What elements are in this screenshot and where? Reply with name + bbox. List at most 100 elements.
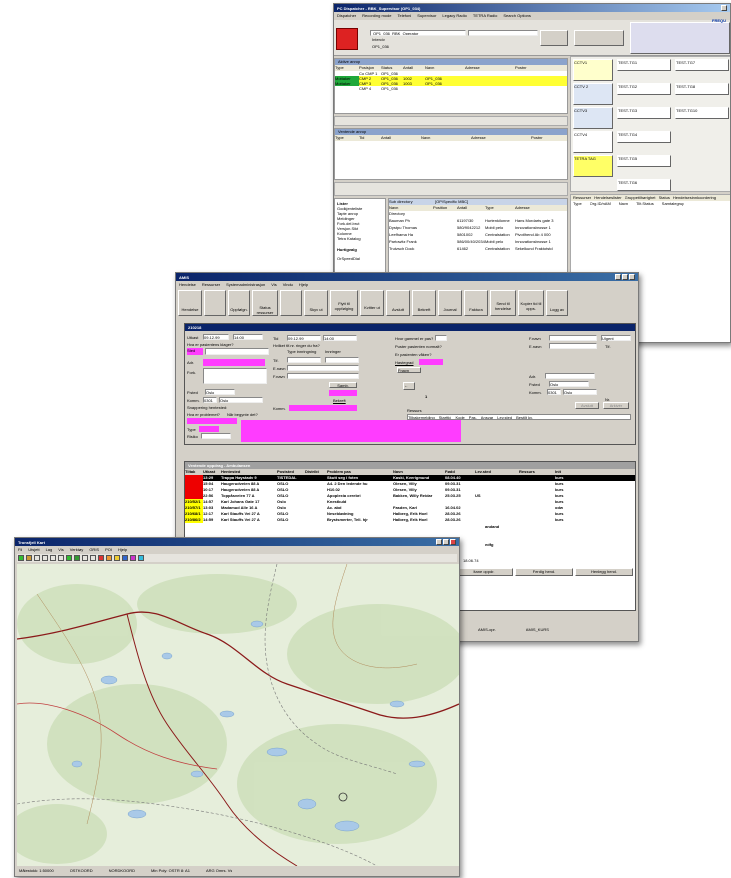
menu-recording[interactable]: Recording mode <box>362 13 391 18</box>
komm-no-input-2[interactable]: 0301 <box>547 389 561 395</box>
tlf-input-2[interactable] <box>325 357 359 363</box>
zoom-out-icon[interactable] <box>26 555 32 561</box>
menu-hjelp[interactable]: Hjelp <box>118 547 127 552</box>
menu-vindu[interactable]: Vindu <box>283 282 293 287</box>
help-icon[interactable] <box>138 555 144 561</box>
tile-test-tg8[interactable]: TEST-TG8 <box>675 83 729 95</box>
tile-test-tg5[interactable]: TEST-TG5 <box>617 155 671 167</box>
toolbar-icons-c[interactable] <box>630 22 730 54</box>
ressurs-input[interactable] <box>411 421 433 427</box>
arrow-left-button[interactable]: ← <box>403 382 415 390</box>
minimize-button[interactable] <box>615 274 621 280</box>
maximize-button[interactable] <box>622 274 628 280</box>
menu-dispatcher[interactable]: Dispatcher <box>337 13 356 18</box>
toolbar-skyv-button[interactable]: Skyv ut <box>304 290 328 316</box>
tile-cctv2[interactable]: CCTV 2 <box>573 83 613 105</box>
toolbar-icons-a[interactable] <box>540 30 568 46</box>
menu-hendelse[interactable]: Hendelse <box>179 282 196 287</box>
psted-input-2[interactable]: Oslo <box>549 381 589 387</box>
toolbar-status-button[interactable]: Status ressurser <box>252 290 278 316</box>
menu-hjelp[interactable]: Hjelp <box>299 282 308 287</box>
yellow-tool-icon[interactable] <box>114 555 120 561</box>
fork-input[interactable] <box>203 368 267 384</box>
toolbar-bekreft-button[interactable]: Bekreft <box>412 290 436 316</box>
toolbar-icons-b[interactable] <box>574 30 624 46</box>
adr-input-2[interactable] <box>545 373 595 379</box>
time-input[interactable]: 14:00 <box>233 334 263 340</box>
minimize-button[interactable] <box>721 5 727 11</box>
menu-vis[interactable]: Vis <box>58 547 63 552</box>
tid-date[interactable]: 09.12.99 <box>287 335 321 341</box>
print-icon[interactable] <box>90 555 96 561</box>
tile-test-tg2[interactable]: TEST-TG2 <box>617 83 671 95</box>
zoom-in-icon[interactable] <box>18 555 24 561</box>
route-icon[interactable] <box>58 555 64 561</box>
toolbar-button[interactable] <box>204 290 226 316</box>
close-button[interactable] <box>629 274 635 280</box>
menu-poi[interactable]: POI <box>105 547 112 552</box>
toolbar-avslutt-button[interactable]: Avslutt <box>386 290 410 316</box>
orange-tool-icon[interactable] <box>106 555 112 561</box>
tile-cctv1[interactable]: CCTV1 <box>573 59 613 81</box>
menu-lag[interactable]: Lag <box>46 547 53 552</box>
tid-time[interactable]: 14:00 <box>323 335 357 341</box>
table-row[interactable]: 210/86/2 14:59 Karl Stauffs Vei 27 A OSLO Br… <box>185 517 635 523</box>
list-item[interactable]: Directory <box>389 211 567 218</box>
measure-icon[interactable] <box>42 555 48 561</box>
magenta-tool-icon[interactable] <box>130 555 136 561</box>
urgent-select[interactable]: Ulgent <box>601 335 631 341</box>
menu-vis[interactable]: Vis <box>271 282 276 287</box>
toolbar-oppfolgn-button[interactable]: Oppfølgn. <box>228 290 250 316</box>
refresh-icon[interactable] <box>82 555 88 561</box>
tree-item[interactable]: Tetra Katalog <box>337 236 383 241</box>
adr-input[interactable] <box>203 359 265 366</box>
table-row[interactable]: CMP 4 OP1_036 <box>335 86 567 91</box>
tree-item[interactable]: OrSpeedDial <box>337 256 383 261</box>
toolbar-flytt-button[interactable]: Flytt til oppfølging <box>330 290 358 316</box>
toolbar-logg-av-button[interactable]: Logg av <box>546 290 568 316</box>
pan-icon[interactable] <box>34 555 40 561</box>
samb-button[interactable]: Samb. <box>329 382 357 388</box>
tile-tetra-tag[interactable]: TETRA TAG <box>573 155 613 177</box>
tile-test-tg3[interactable]: TEST-TG3 <box>617 107 671 119</box>
list-item[interactable]: Trutzsch Dock 61462 Centralstation Sekelkun… <box>389 246 567 253</box>
psted-input[interactable]: Oslo <box>205 389 235 395</box>
list-item[interactable]: Leefhama Ha 5801002 Centralstation Pivotlhe… <box>389 232 567 239</box>
komm-city-input-2[interactable]: Oslo <box>563 389 597 395</box>
menu-fil[interactable]: Fil <box>18 547 22 552</box>
tile-test-tg6[interactable]: TEST-TG6 <box>617 179 671 191</box>
toolbar-button[interactable] <box>280 290 302 316</box>
tile-test-tg10[interactable]: TEST-TG10 <box>675 107 729 119</box>
phone-button[interactable] <box>336 28 358 50</box>
fnavn-input-2[interactable] <box>549 335 597 341</box>
fnavn-input[interactable] <box>287 373 359 379</box>
menu-verktoy[interactable]: Verktøy <box>70 547 84 552</box>
menu-tetra-radio[interactable]: TETRA Radio <box>473 13 497 18</box>
tile-test-tg7[interactable]: TEST-TG7 <box>675 59 729 71</box>
red-tool-icon[interactable] <box>98 555 104 561</box>
list-item[interactable]: Bauman Ph 61197/30 Hurtenkilonne Hans Morda… <box>389 218 567 225</box>
list-item[interactable]: Dystpu Thomas 580/9042212 Mobil pelo Innova… <box>389 225 567 232</box>
poi-icon[interactable] <box>74 555 80 561</box>
ltane-button[interactable]: ltane oppdr. <box>455 568 513 576</box>
komm-city-input[interactable]: Oslo <box>219 397 263 403</box>
menu-gris[interactable]: GRIS <box>89 547 99 552</box>
risiko-input[interactable] <box>201 433 231 439</box>
enavn-input-2[interactable] <box>549 343 597 349</box>
toolbar-hendelse-button[interactable]: Hendelse <box>178 290 202 316</box>
menu-search-options[interactable]: Search Options <box>503 13 531 18</box>
komm-no-input[interactable]: 0301 <box>203 397 217 403</box>
select-icon[interactable] <box>50 555 56 561</box>
toolbar-kvitter-button[interactable]: Kvitter ut <box>360 290 384 316</box>
close-button[interactable] <box>450 539 456 545</box>
maximize-button[interactable] <box>443 539 449 545</box>
date-input[interactable]: 09.12.99 <box>203 334 229 340</box>
tile-cctv4[interactable]: CCTV4 <box>573 131 613 153</box>
menu-legacy-radio[interactable]: Legacy Radio <box>442 13 466 18</box>
target-combo[interactable] <box>468 30 538 36</box>
menu-ressurser[interactable]: Ressurser <box>202 282 220 287</box>
tile-test-tg4[interactable]: TEST-TG4 <box>617 131 671 143</box>
hastegrad-input[interactable] <box>419 359 443 365</box>
bekreft-link[interactable]: Bekreft <box>333 398 346 403</box>
toolbar-kopier-button[interactable]: Kopier tid til opps. <box>518 290 544 316</box>
